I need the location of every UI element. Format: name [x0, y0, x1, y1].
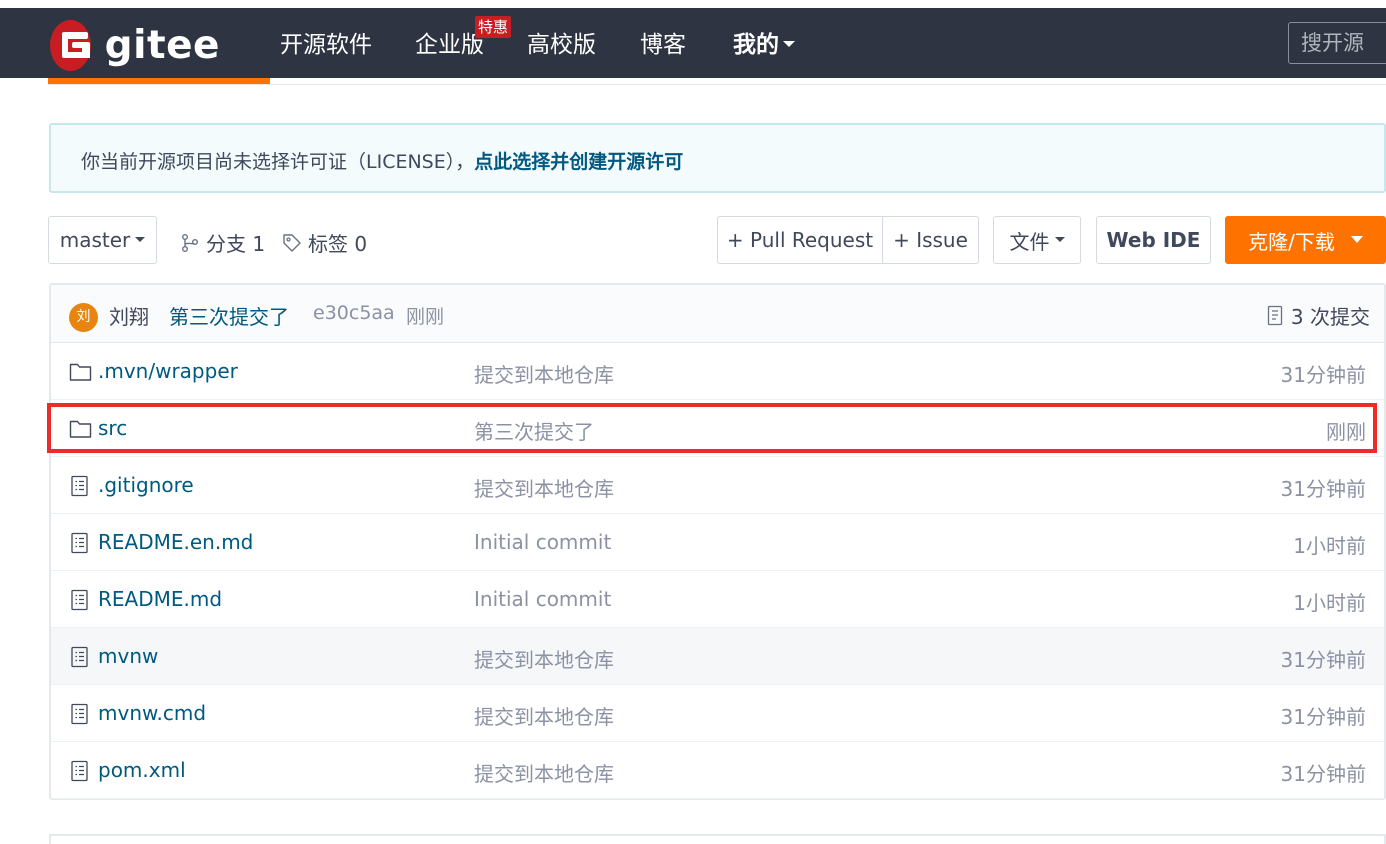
branch-icon [182, 233, 198, 252]
file-commit-message[interactable]: 提交到本地仓库 [474, 359, 614, 388]
file-icon [69, 760, 93, 782]
tags-link[interactable]: 标签 0 [282, 228, 367, 257]
file-commit-time: 31分钟前 [1280, 363, 1366, 387]
file-icon [69, 703, 93, 725]
file-name-link[interactable]: README.en.md [98, 530, 253, 554]
file-commit-time: 31分钟前 [1280, 762, 1366, 786]
page-top-strip [0, 0, 1386, 8]
file-row[interactable]: README.en.md Initial commit 1小时前 [51, 514, 1384, 571]
file-name-link[interactable]: README.md [98, 587, 222, 611]
commit-count-label: 3 次提交 [1290, 305, 1370, 329]
nav-blog[interactable]: 博客 [640, 30, 686, 60]
file-row[interactable]: mvnw 提交到本地仓库 31分钟前 [51, 628, 1384, 685]
commit-sha[interactable]: e30c5aa [313, 302, 395, 324]
file-row[interactable]: mvnw.cmd 提交到本地仓库 31分钟前 [51, 685, 1384, 742]
next-panel-edge [49, 834, 1386, 844]
folder-icon [69, 361, 93, 383]
commit-count-link[interactable]: 3 次提交 [1267, 301, 1370, 330]
latest-commit-bar: 刘 刘翔 第三次提交了 e30c5aa 刚刚 3 次提交 [51, 285, 1384, 343]
file-icon [69, 475, 93, 497]
file-commit-message[interactable]: Initial commit [474, 587, 611, 611]
file-name-link[interactable]: .mvn/wrapper [98, 359, 238, 383]
tag-icon [283, 233, 301, 252]
file-commit-message[interactable]: 提交到本地仓库 [474, 758, 614, 787]
file-icon [69, 646, 93, 668]
create-license-link[interactable]: 点此选择并创建开源许可 [474, 151, 683, 173]
header-divider [48, 84, 1386, 85]
nav-mine-label: 我的 [733, 32, 779, 58]
branches-link[interactable]: 分支 1 [180, 228, 265, 257]
branch-select[interactable]: master [48, 216, 157, 264]
gitee-logo-icon [50, 19, 91, 71]
pull-request-button[interactable]: + Pull Request [717, 216, 883, 264]
nav-open-source[interactable]: 开源软件 [280, 30, 372, 60]
file-commit-message[interactable]: 提交到本地仓库 [474, 473, 614, 502]
file-name-link[interactable]: mvnw.cmd [98, 701, 206, 725]
license-notice-message: 你当前开源项目尚未选择许可证（LICENSE），点此选择并创建开源许可 [81, 147, 683, 174]
file-row[interactable]: README.md Initial commit 1小时前 [51, 571, 1384, 628]
nav-education[interactable]: 高校版 [527, 30, 596, 60]
clone-download-label: 克隆/下载 [1248, 229, 1335, 254]
chevron-down-icon [1350, 235, 1363, 243]
avatar[interactable]: 刘 [69, 303, 98, 332]
file-commit-message[interactable]: 提交到本地仓库 [474, 701, 614, 730]
web-ide-button[interactable]: Web IDE [1096, 216, 1211, 264]
tags-count-label: 标签 0 [308, 232, 368, 256]
issue-button[interactable]: + Issue [882, 216, 979, 264]
file-icon [69, 532, 93, 554]
nav-enterprise[interactable]: 企业版 [415, 30, 484, 60]
file-name-link[interactable]: mvnw [98, 644, 158, 668]
file-name-link[interactable]: pom.xml [98, 758, 186, 782]
commit-time: 刚刚 [406, 306, 445, 328]
files-dropdown-label: 文件 [1009, 229, 1050, 254]
clone-download-button[interactable]: 克隆/下载 [1225, 216, 1386, 264]
file-row[interactable]: pom.xml 提交到本地仓库 31分钟前 [51, 742, 1384, 799]
license-notice: 你当前开源项目尚未选择许可证（LICENSE），点此选择并创建开源许可 [49, 123, 1386, 193]
gitee-logo[interactable]: gitee [50, 19, 220, 71]
commit-message[interactable]: 第三次提交了 [169, 301, 289, 330]
chevron-down-icon [783, 40, 795, 47]
branches-count-label: 分支 1 [206, 232, 266, 256]
file-commit-time: 31分钟前 [1280, 705, 1366, 729]
promo-badge: 特惠 [475, 16, 512, 38]
branch-select-label: master [59, 228, 131, 252]
search-input[interactable]: 搜开源 [1288, 22, 1386, 64]
file-icon [69, 589, 93, 611]
src-row-highlight [47, 403, 1377, 453]
nav-mine[interactable]: 我的 [733, 30, 795, 60]
file-commit-time: 31分钟前 [1280, 648, 1366, 672]
chevron-down-icon [135, 236, 146, 242]
file-name-link[interactable]: .gitignore [98, 473, 194, 497]
file-commit-message[interactable]: Initial commit [474, 530, 611, 554]
license-notice-text: 你当前开源项目尚未选择许可证（LICENSE）， [81, 151, 475, 173]
commit-history-icon [1267, 305, 1283, 325]
top-navbar: gitee 开源软件 企业版 特惠 高校版 博客 我的 搜开源 [0, 8, 1386, 78]
file-commit-message[interactable]: 提交到本地仓库 [474, 644, 614, 673]
files-dropdown[interactable]: 文件 [993, 216, 1081, 264]
logo-wordmark: gitee [104, 22, 220, 68]
file-commit-time: 1小时前 [1293, 591, 1366, 615]
file-tree: 刘 刘翔 第三次提交了 e30c5aa 刚刚 3 次提交 .mvn/wrappe… [49, 283, 1386, 800]
file-commit-time: 31分钟前 [1280, 477, 1366, 501]
file-row[interactable]: .mvn/wrapper 提交到本地仓库 31分钟前 [51, 343, 1384, 400]
chevron-down-icon [1054, 236, 1065, 242]
file-commit-time: 1小时前 [1293, 534, 1366, 558]
file-row[interactable]: .gitignore 提交到本地仓库 31分钟前 [51, 457, 1384, 514]
commit-author[interactable]: 刘翔 [109, 301, 149, 330]
